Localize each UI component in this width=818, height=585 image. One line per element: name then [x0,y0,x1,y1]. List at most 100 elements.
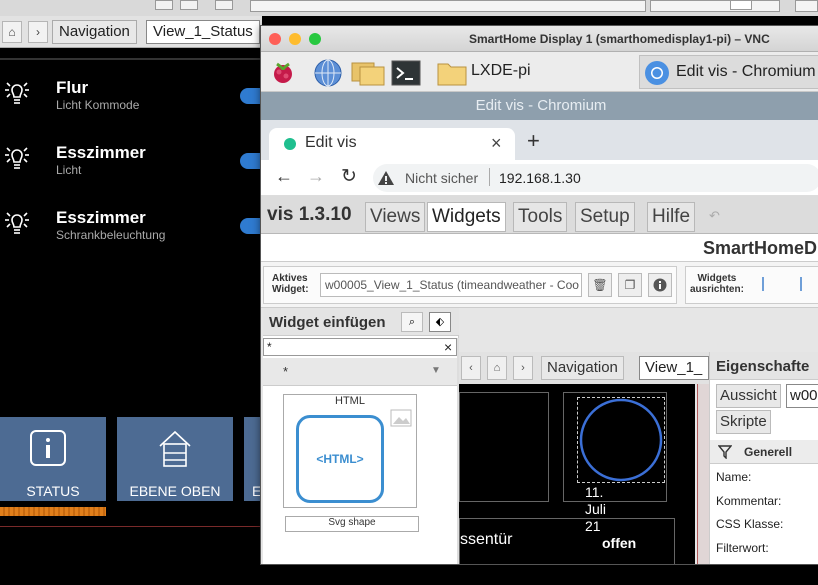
prev-arrow-icon[interactable]: ‹ [461,356,481,380]
background-navigation-bar: ⌂ › Navigation View_1_Status [0,16,262,48]
vnc-titlebar[interactable]: SmartHome Display 1 (smarthomedisplay1-p… [261,26,818,52]
clock-circle [579,398,663,482]
canvas-door-widget[interactable]: ssentür offen [459,518,675,564]
vnc-window[interactable]: SmartHome Display 1 (smarthomedisplay1-p… [260,25,818,565]
widget-insert-panel: Widget einfügen ⌕ ⬖ * × * ▼ HTML <HTML> … [263,308,459,564]
properties-header: Eigenschafte [710,352,818,380]
bg-top-button[interactable] [180,0,198,10]
warning-icon [378,171,394,185]
align-right-icon[interactable] [788,277,802,291]
new-tab-button[interactable]: + [527,128,540,154]
light-item-flur[interactable]: Flur Licht Kommode [0,78,270,138]
folder-icon [437,63,467,86]
minimize-window-button[interactable] [289,33,301,45]
menu-widgets[interactable]: Widgets [427,202,506,232]
section-title: Generell [744,445,793,459]
status-stripe [0,507,106,516]
bg-top-button[interactable] [155,0,173,10]
vis-favicon-icon [284,138,296,150]
maximize-window-button[interactable] [309,33,321,45]
section-generell[interactable]: Generell [710,440,818,464]
chromium-window-title: Edit vis - Chromium [261,92,818,120]
menu-hilfe[interactable]: Hilfe [647,202,696,232]
home-icon[interactable]: ⌂ [487,356,507,380]
widget-svg-card[interactable]: Svg shape [285,516,419,532]
tile-ebene-oben[interactable]: EBENE OBEN [117,417,233,501]
reload-icon[interactable]: ↻ [341,165,357,188]
bg-divider [0,526,262,527]
menu-views[interactable]: Views [365,202,426,232]
align-left-icon[interactable] [762,277,776,291]
remote-screen[interactable]: LXDE-pi Edit vis - Chromium Edit vis - C… [261,52,818,564]
canvas-widget-frame[interactable] [459,392,549,502]
browser-globe-icon[interactable] [313,58,343,88]
bg-top-field[interactable] [650,0,780,12]
taskbar-chromium-button[interactable]: Edit vis - Chromium [639,55,818,89]
html-widget-icon: <HTML> [296,415,384,503]
light-item-esszimmer-schrank[interactable]: Esszimmer Schrankbeleuchtung [0,208,270,268]
search-icon[interactable]: ⌕ [401,312,423,332]
vis-brand: vis 1.3.10 [267,204,352,225]
tab-close-icon[interactable]: × [491,133,502,154]
browser-tabstrip: Edit vis × + [261,120,818,160]
delete-widget-icon[interactable]: 🗑 [588,273,612,297]
bg-tab-view[interactable]: View_1_Status [146,20,260,44]
bg-top-button[interactable] [215,0,233,10]
bg-top-input[interactable] [730,0,752,10]
editor-navigation-bar: ‹ ⌂ › Navigation View_1_ [459,352,709,384]
file-manager-icon[interactable] [351,60,385,86]
editor-canvas[interactable]: 11. Juli 21 ssentür offen [459,384,695,564]
widget-insert-header: Widget einfügen ⌕ ⬖ [263,308,459,336]
undo-icon[interactable]: ↶ [709,208,720,224]
chromium-icon [645,61,669,85]
forward-arrow-icon[interactable]: → [307,166,325,187]
clear-filter-icon[interactable]: × [444,339,452,355]
widget-filter-input[interactable]: * × [263,338,457,356]
url-text[interactable]: 192.168.1.30 [499,170,581,186]
tab-widget-id[interactable]: w00 [786,384,818,408]
omnibox[interactable]: Nicht sicher 192.168.1.30 [373,164,818,192]
bg-next-arrow-icon[interactable]: › [28,21,48,43]
bg-home-button[interactable]: ⌂ [2,21,22,43]
tab-skripte[interactable]: Skripte [716,410,771,434]
properties-panel: Eigenschafte Aussicht w00 Skripte Genere… [709,352,818,564]
widget-category-select[interactable]: * ▼ [263,358,457,386]
bg-top-field[interactable] [250,0,646,12]
align-label: Widgets ausrichten: [690,273,744,295]
info-widget-icon[interactable] [648,273,672,297]
active-widget-select[interactable]: w00005_View_1_Status (timeandweather - C… [320,273,582,297]
background-top-strip [0,0,818,16]
active-widget-group: Aktives Widget: w00005_View_1_Status (ti… [263,266,677,304]
house-icon [159,430,191,467]
omnibox-divider [489,168,490,186]
tag-icon[interactable]: ⬖ [429,312,451,332]
back-arrow-icon[interactable]: ← [275,166,293,187]
light-item-esszimmer[interactable]: Esszimmer Licht [0,143,270,203]
canvas-edge [697,384,709,564]
bg-top-field[interactable] [795,0,818,12]
bg-separator [0,58,262,60]
close-window-button[interactable] [269,33,281,45]
bg-tab-navigation[interactable]: Navigation [52,20,137,44]
browser-tab-edit-vis[interactable]: Edit vis × [269,128,515,160]
next-arrow-icon[interactable]: › [513,356,533,380]
taskbar-chromium-label: Edit vis - Chromium [676,63,816,80]
lightbulb-icon [5,212,29,234]
vnc-title: SmartHome Display 1 (smarthomedisplay1-p… [469,32,770,46]
properties-title: Eigenschafte [716,358,810,375]
prop-filter-label: Filterwort: [716,541,769,555]
widget-html-card[interactable]: HTML <HTML> [283,394,417,508]
tab-aussicht[interactable]: Aussicht [716,384,781,408]
raspberry-menu-icon[interactable] [269,58,297,86]
active-widget-label-line: Widget: [272,284,309,295]
menu-tools[interactable]: Tools [513,202,568,232]
tab-navigation[interactable]: Navigation [541,356,624,380]
tab-view[interactable]: View_1_ [639,356,709,380]
terminal-icon[interactable] [391,60,421,86]
tile-status[interactable]: STATUS [0,417,106,501]
menu-setup[interactable]: Setup [575,202,635,232]
copy-widget-icon[interactable]: ❐ [618,273,642,297]
taskbar-folder-label[interactable]: LXDE-pi [471,62,531,80]
active-widget-label: Aktives Widget: [272,273,309,295]
filter-icon [718,445,732,459]
